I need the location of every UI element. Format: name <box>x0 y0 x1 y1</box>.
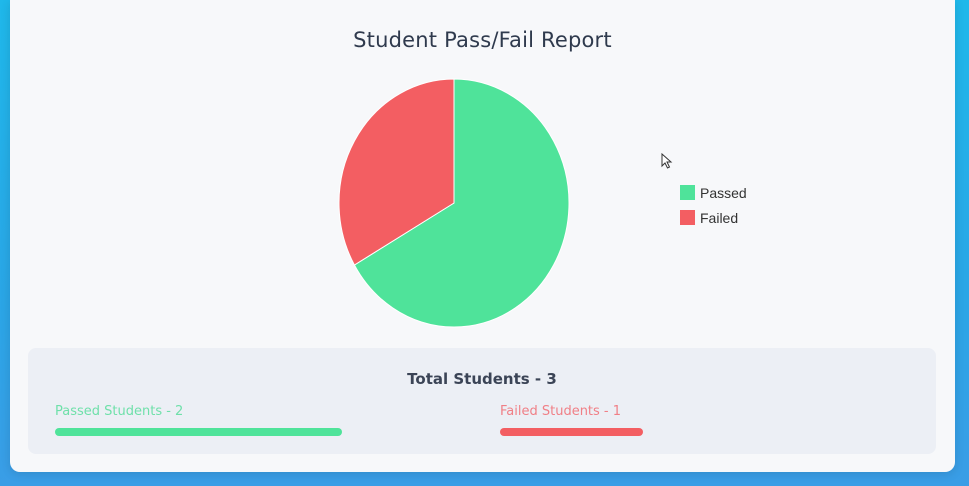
legend-label-failed: Failed <box>700 209 739 226</box>
total-students-label: Total Students - 3 <box>407 370 557 388</box>
legend-item-passed[interactable]: Passed <box>680 180 747 205</box>
pie-chart <box>338 78 570 328</box>
failed-progress-bar <box>500 428 644 436</box>
legend-swatch-passed <box>680 185 695 200</box>
passed-students-label: Passed Students - 2 <box>55 404 184 419</box>
summary-panel: Total Students - 3 Passed Students - 2 F… <box>28 348 936 454</box>
report-card: Student Pass/Fail Report Passed Failed T… <box>10 0 955 472</box>
chart-legend: Passed Failed <box>680 180 747 230</box>
legend-item-failed[interactable]: Failed <box>680 205 747 230</box>
failed-students-label: Failed Students - 1 <box>500 404 622 419</box>
legend-swatch-failed <box>680 210 695 225</box>
passed-progress-bar <box>55 428 342 436</box>
legend-label-passed: Passed <box>700 184 747 201</box>
mouse-pointer-icon <box>661 153 673 169</box>
chart-title: Student Pass/Fail Report <box>353 28 612 52</box>
